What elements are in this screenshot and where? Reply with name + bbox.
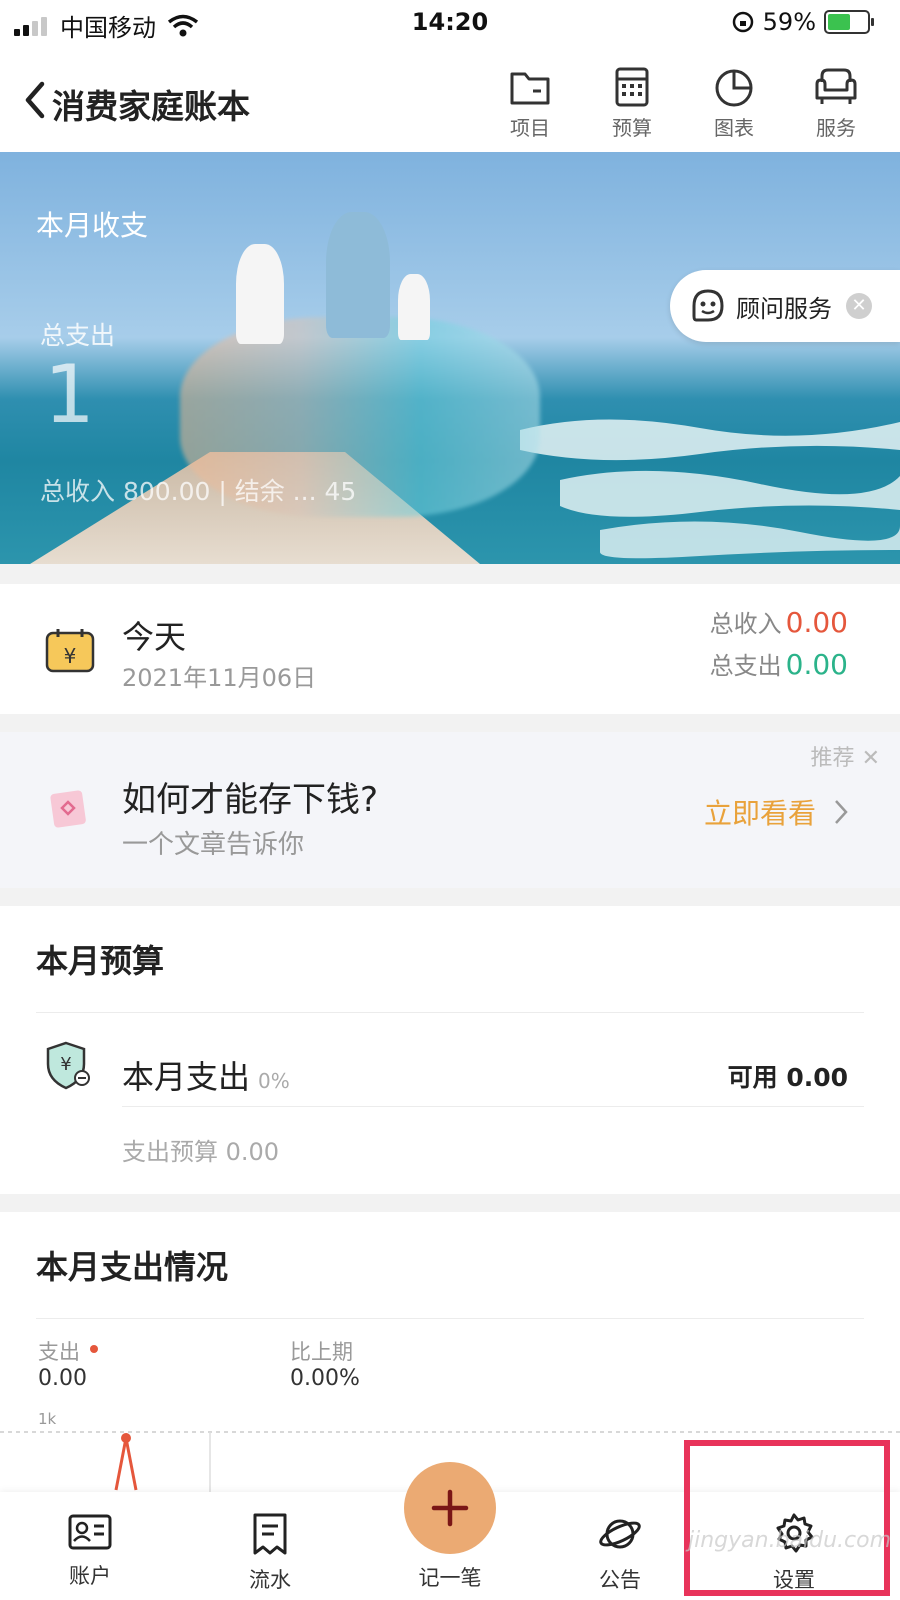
advisor-service-label: 顾问服务 <box>736 294 832 323</box>
back-icon[interactable] <box>18 78 52 122</box>
recommend-subtitle: 一个文章告诉你 <box>122 830 305 860</box>
watermark: jingyan.baidu.com <box>688 1528 892 1553</box>
add-record-label: 记一笔 <box>418 1566 482 1590</box>
folder-icon <box>510 72 550 105</box>
today-title: 今天 <box>122 618 187 656</box>
budget-expense-limit: 支出预算 0.00 <box>122 1138 280 1166</box>
chat-face-icon <box>692 289 724 322</box>
add-record-button[interactable] <box>404 1462 496 1554</box>
chevron-right-icon <box>835 800 848 824</box>
person-figure <box>398 274 430 340</box>
total-expense-label: 总支出 <box>40 321 116 350</box>
calendar-icon: ¥ <box>45 629 95 673</box>
banner-bottom-line: 总收入 800.00 | 结余 ... 45 <box>40 477 357 506</box>
nav-records[interactable]: 流水 <box>220 1512 320 1594</box>
battery-percent: 59% <box>762 8 816 36</box>
nav-account[interactable]: 账户 <box>40 1512 140 1590</box>
today-date: 2021年11月06日 <box>122 664 317 692</box>
recommendation-card[interactable]: 推荐 ✕ 如何才能存下钱? 一个文章告诉你 立即看看 <box>0 732 900 888</box>
planet-icon <box>599 1519 641 1549</box>
advisor-service-button[interactable]: 顾问服务 ✕ <box>670 270 900 342</box>
settings-highlight-box <box>684 1440 890 1596</box>
header-service-button[interactable]: 服务 <box>796 66 876 146</box>
view-now-link[interactable]: 立即看看 <box>704 792 848 832</box>
today-expense: 总支出 0.00 <box>709 648 848 681</box>
today-income-value: 0.00 <box>785 606 848 639</box>
monthly-summary-banner[interactable]: 本月收支 总支出 1 总收入 800.00 | 结余 ... 45 顾问服务 ✕ <box>0 152 900 564</box>
sofa-icon <box>815 68 857 104</box>
budget-card[interactable]: 本月预算 ¥ 本月支出 0% 可用 0.00 支出预算 0.00 <box>0 906 900 1194</box>
budget-section-title: 本月预算 <box>36 942 165 980</box>
series-line <box>114 1437 138 1491</box>
pie-chart-icon <box>715 69 753 107</box>
person-figure <box>326 212 390 338</box>
red-envelope-icon <box>50 790 86 828</box>
today-card[interactable]: ¥ 今天 2021年11月06日 总收入 0.00 总支出 0.00 <box>0 584 900 714</box>
account-card-icon <box>68 1514 112 1550</box>
close-icon[interactable]: ✕ <box>846 293 872 319</box>
person-figure <box>236 244 284 344</box>
list-icon <box>253 1513 287 1555</box>
svg-text:¥: ¥ <box>60 1054 71 1075</box>
page-title: 消费家庭账本 <box>52 87 250 126</box>
compare-value: 0.00% <box>290 1366 360 1391</box>
close-icon: ✕ <box>861 746 880 771</box>
divider <box>36 1012 864 1013</box>
expense-label: 支出 <box>38 1336 98 1366</box>
compare-label: 比上期 <box>290 1340 353 1364</box>
status-bar: 中国移动 14:20 59% <box>0 0 900 48</box>
nav-announcements[interactable]: 公告 <box>570 1512 670 1594</box>
today-expense-value: 0.00 <box>785 648 848 681</box>
rotation-lock-icon <box>732 11 753 33</box>
axis-tick-label: 1k <box>38 1410 57 1428</box>
app-header: 消费家庭账本 项目 预算 图表 服务 <box>0 48 900 152</box>
svg-text:¥: ¥ <box>64 644 77 668</box>
recommend-title: 如何才能存下钱? <box>122 780 379 820</box>
plus-icon <box>431 1489 469 1527</box>
budget-available: 可用 0.00 <box>727 1063 848 1092</box>
calculator-icon <box>615 67 649 107</box>
today-income: 总收入 0.00 <box>709 606 848 639</box>
total-expense-value: 1 <box>44 348 95 441</box>
data-point <box>121 1433 131 1443</box>
budget-percent: 0% <box>258 1069 290 1093</box>
header-chart-button[interactable]: 图表 <box>694 66 774 146</box>
budget-name: 本月支出 0% <box>122 1058 290 1096</box>
recommend-tag[interactable]: 推荐 ✕ <box>811 740 880 772</box>
divider <box>122 1106 864 1107</box>
battery-icon <box>824 10 874 34</box>
header-project-button[interactable]: 项目 <box>490 66 570 146</box>
banner-section-label: 本月收支 <box>36 209 149 242</box>
shield-yen-icon: ¥ <box>46 1041 90 1090</box>
spending-section-title: 本月支出情况 <box>36 1248 229 1286</box>
divider <box>36 1318 864 1319</box>
expense-value: 0.00 <box>38 1366 87 1391</box>
header-budget-button[interactable]: 预算 <box>592 66 672 146</box>
